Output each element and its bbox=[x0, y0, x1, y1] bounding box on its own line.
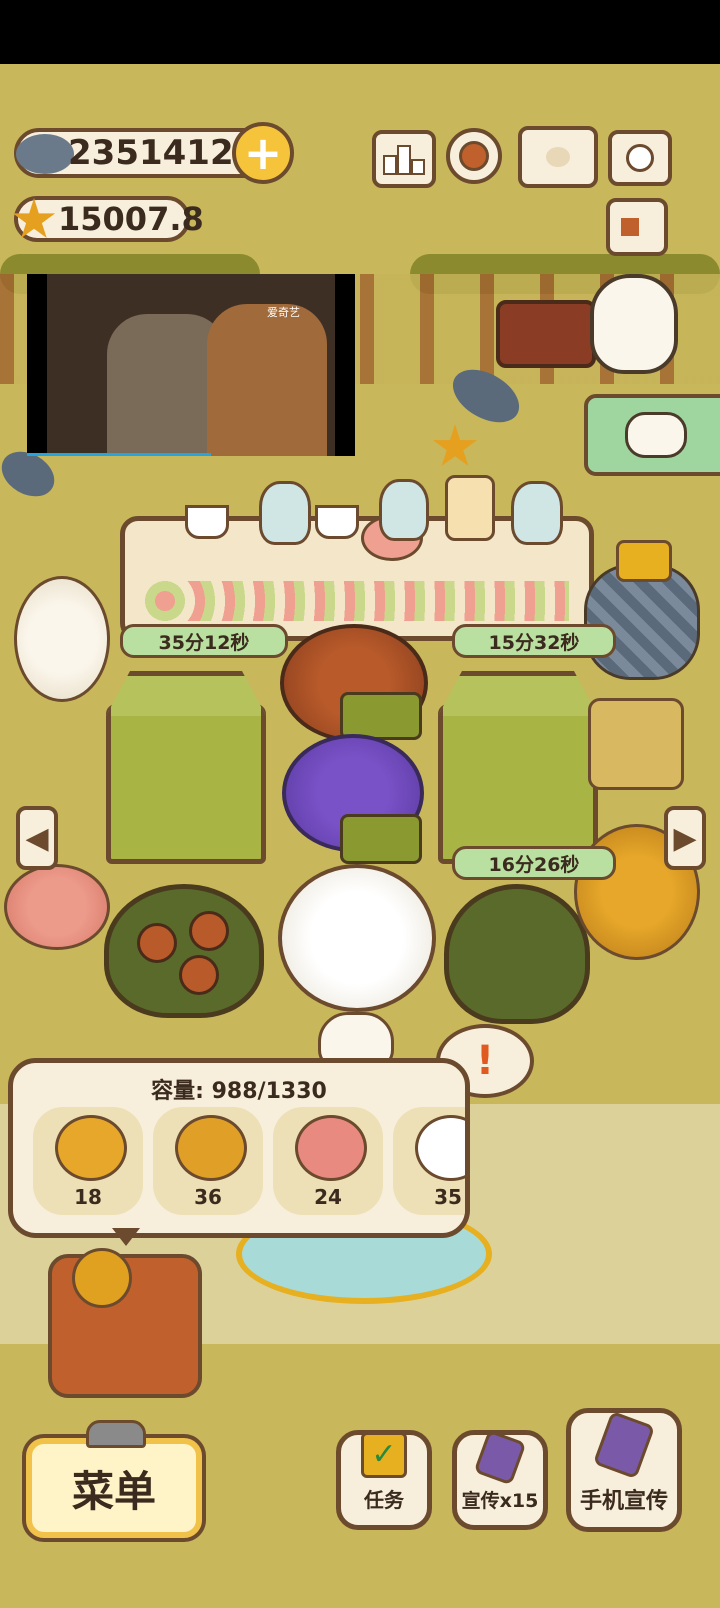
video-ad-player[interactable]: 爱奇艺 bbox=[27, 274, 355, 456]
pink-flower-pile[interactable] bbox=[4, 864, 110, 950]
pink-flower-icon bbox=[295, 1115, 367, 1181]
wheat-basket[interactable] bbox=[588, 698, 684, 790]
vase-icon bbox=[379, 479, 429, 541]
timer-right-greenhouse-top: 15分32秒 bbox=[452, 624, 616, 658]
greenhouse-left[interactable] bbox=[106, 704, 266, 864]
storage-slot-count: 24 bbox=[314, 1185, 342, 1209]
green-bush[interactable] bbox=[444, 884, 590, 1024]
timer-left-greenhouse: 35分12秒 bbox=[120, 624, 288, 658]
storage-popup-pointer bbox=[112, 1228, 140, 1246]
clipboard-clip-icon bbox=[86, 1420, 146, 1448]
star-decoration-icon bbox=[432, 424, 478, 466]
vase-icon bbox=[259, 481, 311, 545]
fish-icon bbox=[16, 134, 74, 174]
tea-table[interactable] bbox=[120, 475, 594, 641]
camera-icon[interactable] bbox=[608, 130, 672, 186]
dessert-stand-icon bbox=[445, 475, 495, 541]
phone-icon bbox=[592, 1410, 656, 1480]
storage-popup: 容量: 988/1330 18 36 24 35 bbox=[8, 1058, 470, 1238]
white-lily-icon bbox=[415, 1115, 465, 1181]
storage-slot-count: 35 bbox=[434, 1185, 462, 1209]
cat-icon[interactable] bbox=[590, 274, 678, 374]
teacup-icon bbox=[185, 505, 229, 539]
star-amount: 15007.8 bbox=[58, 200, 204, 238]
vase-icon bbox=[511, 481, 563, 545]
video-person-right bbox=[207, 304, 327, 456]
newspaper-icon[interactable] bbox=[606, 198, 668, 256]
tasks-label: 任务 bbox=[364, 1488, 404, 1512]
cat-visitor-button[interactable] bbox=[584, 394, 720, 476]
greenhouse-right[interactable] bbox=[438, 704, 598, 864]
soil-plot[interactable] bbox=[340, 692, 422, 740]
grill bbox=[496, 300, 596, 368]
cat-face-icon bbox=[625, 412, 687, 458]
status-bar bbox=[0, 0, 720, 64]
scroll-right-button[interactable]: ▶ bbox=[664, 806, 706, 870]
phone-promote-label: 手机宣传 bbox=[579, 1489, 668, 1514]
promote-label: 宣传x15 bbox=[461, 1490, 539, 1512]
promote-button[interactable]: 宣传x15 bbox=[452, 1429, 548, 1530]
menu-button[interactable]: 菜单 bbox=[26, 1438, 202, 1538]
watering-can-icon bbox=[616, 540, 672, 582]
ranking-icon[interactable] bbox=[372, 130, 436, 188]
yarn-ball-icon bbox=[72, 1248, 132, 1308]
checkbox-icon: ✓ bbox=[361, 1432, 407, 1478]
star-currency: 15007.8 bbox=[12, 196, 204, 242]
fish-amount: 23514124 bbox=[68, 133, 258, 173]
phone-promote-button[interactable]: 手机宣传 bbox=[566, 1408, 682, 1532]
yarn-cabinet[interactable] bbox=[48, 1248, 202, 1398]
catbook-icon[interactable] bbox=[518, 126, 598, 188]
video-progress-bar bbox=[27, 453, 211, 456]
storage-slot[interactable]: 36 bbox=[153, 1107, 263, 1215]
white-lily-plot[interactable] bbox=[278, 864, 436, 1012]
settings-gear-icon[interactable] bbox=[446, 128, 502, 184]
teacup-icon bbox=[315, 505, 359, 539]
storage-slot[interactable]: 18 bbox=[33, 1107, 143, 1215]
sunflower-icon bbox=[55, 1115, 127, 1181]
flyer-icon bbox=[473, 1429, 527, 1486]
storage-slot-count: 18 bbox=[74, 1185, 102, 1209]
storage-slot[interactable]: 24 bbox=[273, 1107, 383, 1215]
tasks-button[interactable]: ✓ 任务 bbox=[336, 1430, 432, 1530]
storage-slot[interactable]: 35 bbox=[393, 1107, 465, 1215]
timer-right-greenhouse-bottom: 16分26秒 bbox=[452, 846, 616, 880]
white-flower-pile[interactable] bbox=[14, 576, 110, 702]
soil-plot[interactable] bbox=[340, 814, 422, 864]
sunflower-bunch-icon bbox=[175, 1115, 247, 1181]
scroll-left-button[interactable]: ◀ bbox=[16, 806, 58, 870]
video-watermark: 爱奇艺 bbox=[267, 306, 300, 319]
storage-capacity: 容量: 988/1330 bbox=[151, 1079, 327, 1104]
tablecloth-pattern bbox=[145, 581, 569, 621]
storage-slot-count: 36 bbox=[194, 1185, 222, 1209]
add-fish-button[interactable]: + bbox=[232, 122, 294, 184]
orange-fruit-bush[interactable] bbox=[104, 884, 264, 1018]
